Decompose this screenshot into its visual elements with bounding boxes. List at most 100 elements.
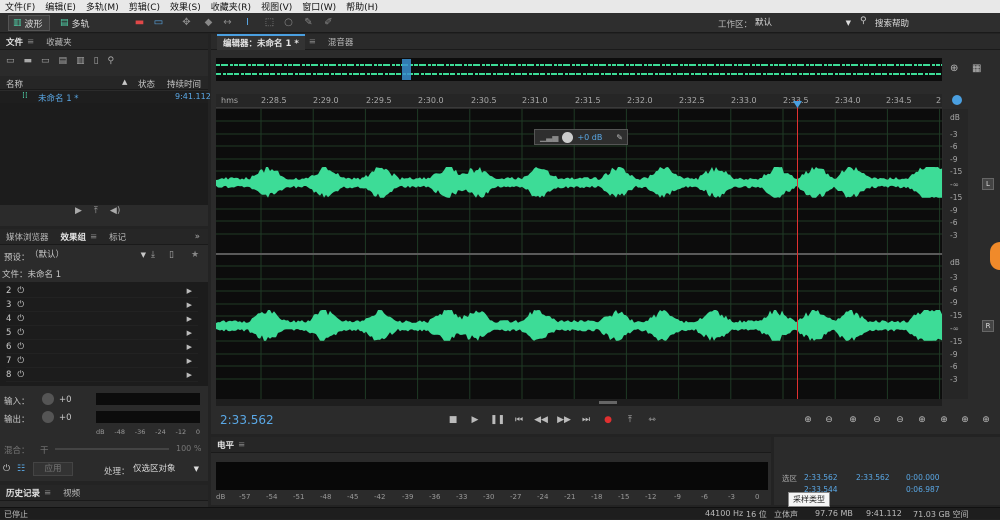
search-help-input[interactable]: 搜索帮助 <box>875 17 909 29</box>
tab-editor[interactable]: 编辑器：未命名 1 * <box>217 33 305 50</box>
record-icon[interactable]: ● <box>601 414 615 426</box>
healing-tool-icon[interactable]: ✐ <box>323 17 334 28</box>
volume-icon[interactable]: ◀) <box>110 206 120 216</box>
lasso-tool-icon[interactable]: ○ <box>283 17 294 28</box>
tab-files[interactable]: 文件 <box>6 36 23 48</box>
effect-slot[interactable]: 8 ⏻ ▶ <box>6 368 198 382</box>
marquee-tool-icon[interactable]: ⬚ <box>264 17 275 28</box>
column-status[interactable]: 状态 <box>138 78 155 90</box>
power-icon[interactable]: ⏻ <box>17 314 24 324</box>
multitrack-view-button[interactable]: ▤ 多轨 <box>56 15 98 31</box>
channel-right-toggle[interactable]: R <box>982 320 994 332</box>
move-tool-icon[interactable]: ✥ <box>181 17 192 28</box>
tab-markers[interactable]: 标记 <box>109 231 126 243</box>
playhead-line[interactable] <box>797 100 798 399</box>
tab-effects-rack[interactable]: 效果组 <box>61 231 87 243</box>
zoom-in-amplitude-icon[interactable]: ⊕ <box>801 414 815 426</box>
effect-slot[interactable]: 7 ⏻ ▶ <box>6 354 198 368</box>
zoom-out-full-icon[interactable]: ⊖ <box>893 414 907 426</box>
zoom-right-edge-icon[interactable]: ⊕ <box>958 414 972 426</box>
export-icon[interactable]: ⤒ <box>94 206 98 216</box>
overview-navigator[interactable] <box>216 58 942 81</box>
play-icon[interactable]: ▶ <box>468 414 482 426</box>
slot-arrow-icon[interactable]: ▶ <box>187 357 192 365</box>
snap-icon[interactable] <box>952 95 962 105</box>
menu-file[interactable]: 文件(F) <box>0 0 40 13</box>
effect-slot[interactable]: 6 ⏻ ▶ <box>6 340 198 354</box>
close-file-icon[interactable]: ▥ <box>76 56 85 70</box>
timecode-display[interactable]: 2:33.562 <box>220 413 274 427</box>
power-icon[interactable]: ⏻ <box>17 328 24 338</box>
floating-widget[interactable] <box>990 242 1000 270</box>
channel-left-toggle[interactable]: L <box>982 178 994 190</box>
delete-icon[interactable]: ▯ <box>94 56 99 70</box>
zoom-out-amplitude-icon[interactable]: ⊖ <box>822 414 836 426</box>
loop-icon[interactable]: ⤒ <box>623 414 637 426</box>
zoom-selection-icon[interactable]: ⊕ <box>915 414 929 426</box>
zoom-out-time-icon[interactable]: ⊖ <box>870 414 884 426</box>
menu-effects[interactable]: 效果(S) <box>165 0 206 13</box>
process-select[interactable]: 仅选区对象 ▼ <box>133 463 199 476</box>
panel-menu-icon[interactable]: ≡ <box>44 488 51 498</box>
power-icon[interactable]: ⏻ <box>17 370 24 380</box>
output-knob[interactable] <box>42 411 54 423</box>
column-name[interactable]: 名称 <box>6 78 23 90</box>
open-file-icon[interactable]: ▬ <box>24 56 33 70</box>
horizontal-scrollbar[interactable] <box>216 399 942 406</box>
import-icon[interactable]: ▭ <box>41 56 50 70</box>
mix-slider[interactable] <box>55 448 169 450</box>
selection-duration[interactable]: 0:00.000 <box>906 473 940 482</box>
zoom-target-icon[interactable]: ⊕ <box>950 63 958 74</box>
spectral-pitch-icon[interactable]: ▭ <box>153 17 164 28</box>
apply-button[interactable]: 应用 <box>33 462 73 476</box>
slot-arrow-icon[interactable]: ▶ <box>187 371 192 379</box>
overview-viewport-handle[interactable] <box>402 59 411 80</box>
tab-favorites[interactable]: 收藏夹 <box>46 36 72 48</box>
waveform-display[interactable] <box>216 109 942 399</box>
power-icon[interactable]: ⏻ <box>17 356 24 366</box>
menu-multitrack[interactable]: 多轨(M) <box>81 0 124 13</box>
slot-arrow-icon[interactable]: ▶ <box>187 343 192 351</box>
delete-preset-icon[interactable]: ▯ <box>169 250 174 260</box>
scrollbar-thumb[interactable] <box>599 401 617 404</box>
rewind-icon[interactable]: ◀◀ <box>534 414 548 426</box>
spectral-frequency-icon[interactable]: ▬ <box>134 17 145 28</box>
hud-gain-control[interactable]: ▁▃▅ +0 dB ✎ <box>534 129 628 145</box>
menu-window[interactable]: 窗口(W) <box>297 0 341 13</box>
hud-gain-knob[interactable] <box>562 131 574 143</box>
go-to-start-icon[interactable]: ⏮ <box>512 414 526 426</box>
panel-menu-icon[interactable]: ≡ <box>90 232 97 242</box>
zoom-in-time-icon[interactable]: ⊕ <box>846 414 860 426</box>
effect-slot[interactable]: 3 ⏻ ▶ <box>6 298 198 312</box>
selection-start[interactable]: 2:33.562 <box>804 473 838 482</box>
zoom-left-edge-icon[interactable]: ⊕ <box>937 414 951 426</box>
waveform-view-button[interactable]: ▥ 波形 <box>8 15 50 31</box>
panel-overflow-icon[interactable]: » <box>195 232 200 242</box>
power-icon[interactable]: ⏻ <box>17 342 24 352</box>
effect-slot[interactable]: 4 ⏻ ▶ <box>6 312 198 326</box>
list-view-icon[interactable]: ☷ <box>17 464 25 474</box>
tab-media-browser[interactable]: 媒体浏览器 <box>6 231 49 243</box>
power-icon[interactable]: ⏻ <box>17 286 24 296</box>
menu-edit[interactable]: 编辑(E) <box>40 0 81 13</box>
workspace-select[interactable]: 默认 ▼ <box>755 16 853 30</box>
slot-arrow-icon[interactable]: ▶ <box>187 329 192 337</box>
search-icon[interactable]: ⚲ <box>108 56 115 70</box>
insert-icon[interactable]: ▤ <box>59 56 68 70</box>
effect-slot[interactable]: 5 ⏻ ▶ <box>6 326 198 340</box>
fast-forward-icon[interactable]: ▶▶ <box>557 414 571 426</box>
slot-arrow-icon[interactable]: ▶ <box>187 287 192 295</box>
time-selection-tool-icon[interactable]: I <box>242 17 253 28</box>
favorite-star-icon[interactable]: ★ <box>191 250 199 260</box>
input-knob[interactable] <box>42 393 54 405</box>
new-file-icon[interactable]: ▭ <box>6 56 15 70</box>
brush-tool-icon[interactable]: ✎ <box>303 17 314 28</box>
skip-selection-icon[interactable]: ⇿ <box>645 414 659 426</box>
preset-select[interactable]: （默认） ▼ <box>30 249 146 262</box>
slip-tool-icon[interactable]: ↔ <box>222 17 233 28</box>
stop-icon[interactable]: ■ <box>446 414 460 426</box>
column-duration[interactable]: 持续时间 <box>167 78 201 90</box>
menu-clip[interactable]: 剪辑(C) <box>124 0 165 13</box>
selection-end[interactable]: 2:33.562 <box>856 473 890 482</box>
view-end[interactable]: 0:06.987 <box>906 485 940 494</box>
